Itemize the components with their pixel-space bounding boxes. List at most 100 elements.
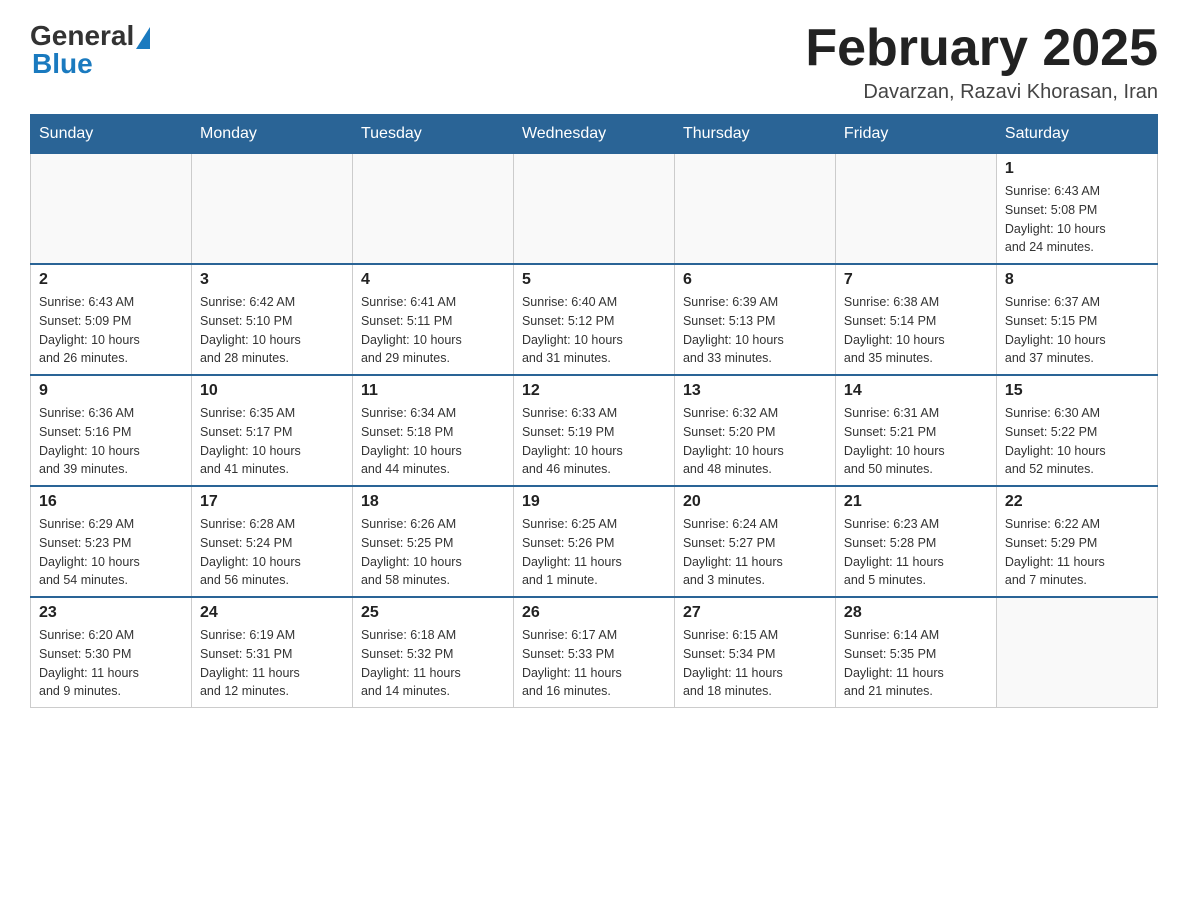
day-info: Sunrise: 6:24 AMSunset: 5:27 PMDaylight:… — [683, 515, 827, 590]
day-number: 6 — [683, 271, 827, 289]
day-number: 12 — [522, 382, 666, 400]
calendar-cell: 23 Sunrise: 6:20 AMSunset: 5:30 PMDayligh… — [31, 597, 192, 708]
calendar-cell: 6 Sunrise: 6:39 AMSunset: 5:13 PMDaylight… — [674, 264, 835, 375]
calendar-cell: 26 Sunrise: 6:17 AMSunset: 5:33 PMDayligh… — [513, 597, 674, 708]
calendar-week-row: 2Sunrise: 6:43 AMSunset: 5:09 PMDaylight… — [31, 264, 1158, 375]
day-number: 4 — [361, 271, 505, 289]
day-info: Sunrise: 6:35 AMSunset: 5:17 PMDaylight:… — [200, 404, 344, 479]
day-number: 8 — [1005, 271, 1149, 289]
day-info: Sunrise: 6:32 AMSunset: 5:20 PMDaylight:… — [683, 404, 827, 479]
day-info: Sunrise: 6:38 AMSunset: 5:14 PMDaylight:… — [844, 293, 988, 368]
calendar-cell: 12 Sunrise: 6:33 AMSunset: 5:19 PMDayligh… — [513, 375, 674, 486]
calendar-cell — [191, 154, 352, 265]
day-info: Sunrise: 6:42 AMSunset: 5:10 PMDaylight:… — [200, 293, 344, 368]
day-number: 18 — [361, 493, 505, 511]
calendar-cell: 8Sunrise: 6:37 AMSunset: 5:15 PMDaylight… — [996, 264, 1157, 375]
day-info: Sunrise: 6:18 AMSunset: 5:32 PMDaylight:… — [361, 626, 505, 701]
calendar-cell: 15 Sunrise: 6:30 AMSunset: 5:22 PMDayligh… — [996, 375, 1157, 486]
day-number: 25 — [361, 604, 505, 622]
calendar-cell: 17 Sunrise: 6:28 AMSunset: 5:24 PMDayligh… — [191, 486, 352, 597]
day-number: 20 — [683, 493, 827, 511]
day-number: 26 — [522, 604, 666, 622]
day-number: 14 — [844, 382, 988, 400]
calendar-cell — [31, 154, 192, 265]
logo-triangle-icon — [136, 27, 150, 49]
calendar-cell: 7 Sunrise: 6:38 AMSunset: 5:14 PMDaylight… — [835, 264, 996, 375]
calendar-cell: 20 Sunrise: 6:24 AMSunset: 5:27 PMDayligh… — [674, 486, 835, 597]
day-info: Sunrise: 6:19 AMSunset: 5:31 PMDaylight:… — [200, 626, 344, 701]
day-number: 24 — [200, 604, 344, 622]
day-number: 9 — [39, 382, 183, 400]
calendar-cell: 25 Sunrise: 6:18 AMSunset: 5:32 PMDayligh… — [352, 597, 513, 708]
day-info: Sunrise: 6:31 AMSunset: 5:21 PMDaylight:… — [844, 404, 988, 479]
day-number: 28 — [844, 604, 988, 622]
day-number: 23 — [39, 604, 183, 622]
logo-blue-text: Blue — [32, 48, 93, 80]
day-number: 17 — [200, 493, 344, 511]
day-info: Sunrise: 6:26 AMSunset: 5:25 PMDaylight:… — [361, 515, 505, 590]
calendar-week-row: 1 Sunrise: 6:43 AMSunset: 5:08 PMDaylight… — [31, 154, 1158, 265]
day-number: 16 — [39, 493, 183, 511]
weekday-header-monday: Monday — [191, 115, 352, 154]
calendar-cell: 5Sunrise: 6:40 AMSunset: 5:12 PMDaylight… — [513, 264, 674, 375]
day-info: Sunrise: 6:39 AMSunset: 5:13 PMDaylight:… — [683, 293, 827, 368]
day-info: Sunrise: 6:17 AMSunset: 5:33 PMDaylight:… — [522, 626, 666, 701]
day-number: 1 — [1005, 160, 1149, 178]
calendar-cell: 28Sunrise: 6:14 AMSunset: 5:35 PMDayligh… — [835, 597, 996, 708]
page-header: General Blue February 2025 Davarzan, Raz… — [30, 20, 1158, 104]
day-number: 22 — [1005, 493, 1149, 511]
logo: General Blue — [30, 20, 150, 80]
calendar-table: SundayMondayTuesdayWednesdayThursdayFrid… — [30, 114, 1158, 708]
calendar-cell: 9 Sunrise: 6:36 AMSunset: 5:16 PMDaylight… — [31, 375, 192, 486]
calendar-cell: 13 Sunrise: 6:32 AMSunset: 5:20 PMDayligh… — [674, 375, 835, 486]
day-number: 3 — [200, 271, 344, 289]
day-number: 11 — [361, 382, 505, 400]
title-block: February 2025 Davarzan, Razavi Khorasan,… — [805, 20, 1158, 104]
calendar-cell: 18 Sunrise: 6:26 AMSunset: 5:25 PMDayligh… — [352, 486, 513, 597]
day-number: 13 — [683, 382, 827, 400]
day-info: Sunrise: 6:30 AMSunset: 5:22 PMDaylight:… — [1005, 404, 1149, 479]
month-title: February 2025 — [805, 20, 1158, 77]
calendar-cell — [835, 154, 996, 265]
day-info: Sunrise: 6:33 AMSunset: 5:19 PMDaylight:… — [522, 404, 666, 479]
calendar-week-row: 23 Sunrise: 6:20 AMSunset: 5:30 PMDayligh… — [31, 597, 1158, 708]
calendar-cell: 1 Sunrise: 6:43 AMSunset: 5:08 PMDaylight… — [996, 154, 1157, 265]
day-info: Sunrise: 6:41 AMSunset: 5:11 PMDaylight:… — [361, 293, 505, 368]
weekday-header-thursday: Thursday — [674, 115, 835, 154]
calendar-week-row: 9 Sunrise: 6:36 AMSunset: 5:16 PMDaylight… — [31, 375, 1158, 486]
location-text: Davarzan, Razavi Khorasan, Iran — [805, 81, 1158, 104]
day-number: 5 — [522, 271, 666, 289]
calendar-cell: 21Sunrise: 6:23 AMSunset: 5:28 PMDayligh… — [835, 486, 996, 597]
calendar-cell: 10 Sunrise: 6:35 AMSunset: 5:17 PMDayligh… — [191, 375, 352, 486]
day-number: 10 — [200, 382, 344, 400]
calendar-cell: 2Sunrise: 6:43 AMSunset: 5:09 PMDaylight… — [31, 264, 192, 375]
day-info: Sunrise: 6:28 AMSunset: 5:24 PMDaylight:… — [200, 515, 344, 590]
calendar-cell: 16 Sunrise: 6:29 AMSunset: 5:23 PMDayligh… — [31, 486, 192, 597]
day-number: 15 — [1005, 382, 1149, 400]
calendar-cell — [996, 597, 1157, 708]
weekday-header-saturday: Saturday — [996, 115, 1157, 154]
calendar-cell: 11Sunrise: 6:34 AMSunset: 5:18 PMDayligh… — [352, 375, 513, 486]
calendar-cell: 27 Sunrise: 6:15 AMSunset: 5:34 PMDayligh… — [674, 597, 835, 708]
calendar-cell: 22 Sunrise: 6:22 AMSunset: 5:29 PMDayligh… — [996, 486, 1157, 597]
day-info: Sunrise: 6:22 AMSunset: 5:29 PMDaylight:… — [1005, 515, 1149, 590]
day-info: Sunrise: 6:29 AMSunset: 5:23 PMDaylight:… — [39, 515, 183, 590]
day-number: 2 — [39, 271, 183, 289]
day-info: Sunrise: 6:23 AMSunset: 5:28 PMDaylight:… — [844, 515, 988, 590]
weekday-header-wednesday: Wednesday — [513, 115, 674, 154]
day-info: Sunrise: 6:15 AMSunset: 5:34 PMDaylight:… — [683, 626, 827, 701]
weekday-header-row: SundayMondayTuesdayWednesdayThursdayFrid… — [31, 115, 1158, 154]
weekday-header-tuesday: Tuesday — [352, 115, 513, 154]
weekday-header-sunday: Sunday — [31, 115, 192, 154]
calendar-cell — [352, 154, 513, 265]
calendar-cell — [674, 154, 835, 265]
day-info: Sunrise: 6:20 AMSunset: 5:30 PMDaylight:… — [39, 626, 183, 701]
day-number: 7 — [844, 271, 988, 289]
calendar-cell: 24 Sunrise: 6:19 AMSunset: 5:31 PMDayligh… — [191, 597, 352, 708]
calendar-cell: 3 Sunrise: 6:42 AMSunset: 5:10 PMDaylight… — [191, 264, 352, 375]
calendar-cell: 14 Sunrise: 6:31 AMSunset: 5:21 PMDayligh… — [835, 375, 996, 486]
day-info: Sunrise: 6:25 AMSunset: 5:26 PMDaylight:… — [522, 515, 666, 590]
day-number: 27 — [683, 604, 827, 622]
day-info: Sunrise: 6:43 AMSunset: 5:08 PMDaylight:… — [1005, 182, 1149, 257]
day-info: Sunrise: 6:36 AMSunset: 5:16 PMDaylight:… — [39, 404, 183, 479]
